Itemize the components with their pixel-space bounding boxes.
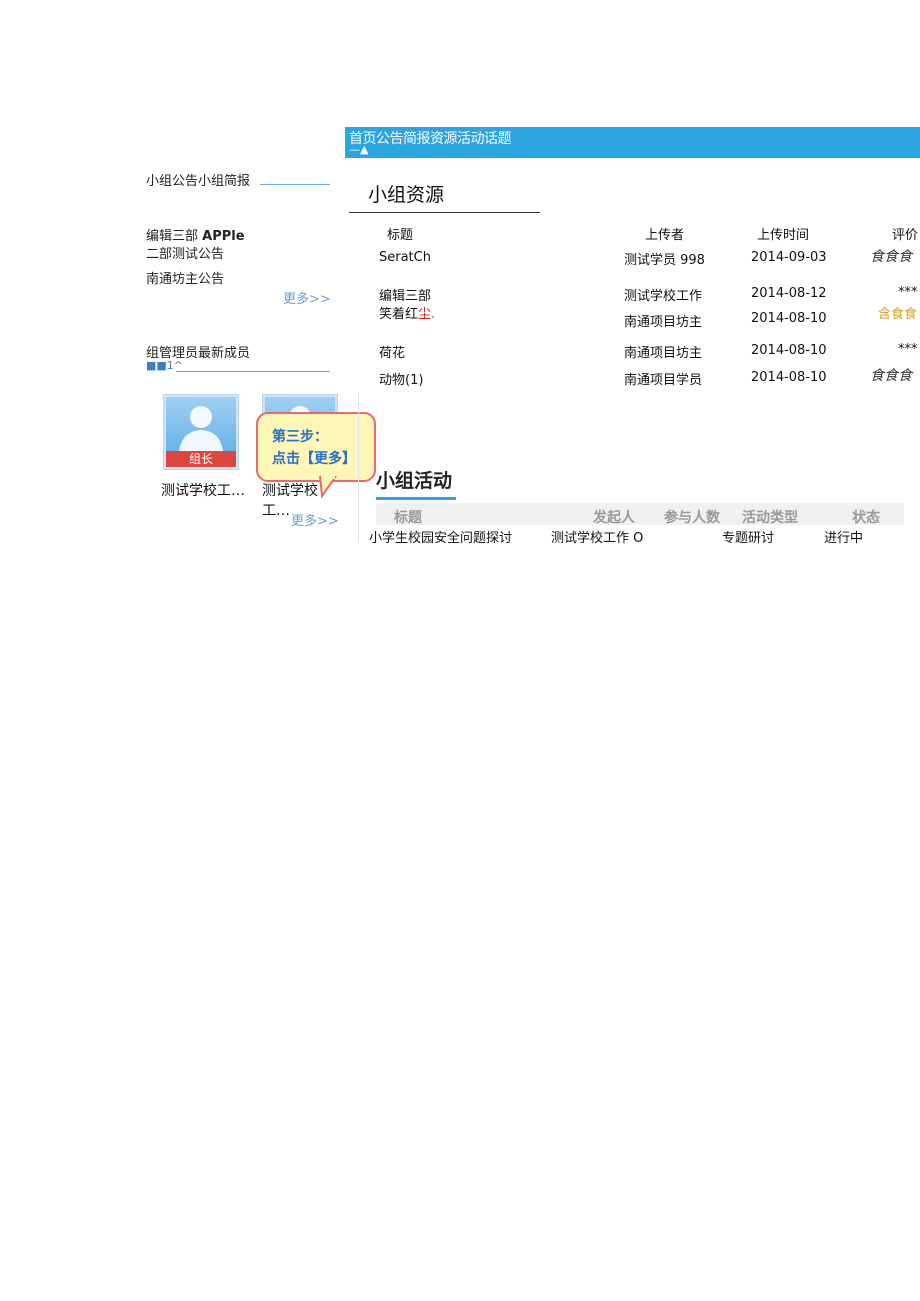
- resource-title-text: 笑着红: [379, 307, 419, 322]
- activity-status: 进行中: [824, 531, 864, 546]
- activities-header-count: 参与人数: [664, 510, 720, 526]
- activities-header-status: 状态: [852, 510, 880, 526]
- resources-header-uploader: 上传者: [645, 228, 685, 243]
- resource-time: 2014-08-12: [751, 286, 827, 301]
- resource-time: 2014-08-10: [751, 370, 827, 385]
- resource-title-link[interactable]: 编辑三部: [379, 285, 431, 304]
- callout-pointer-icon: [318, 476, 338, 498]
- resources-header-title: 标题: [387, 228, 414, 243]
- role-badge: 组长: [166, 451, 236, 467]
- notice-item[interactable]: 南通坊主公告: [146, 268, 224, 287]
- member-name[interactable]: 测试学校工…: [161, 480, 245, 500]
- resource-title-link[interactable]: 笑着红尘.: [379, 303, 435, 322]
- resource-rating: ***: [898, 285, 918, 300]
- resource-title-highlight: 尘.: [418, 307, 436, 322]
- activities-title: 小组活动: [376, 470, 453, 492]
- activities-header-initiator: 发起人: [593, 510, 635, 526]
- column-divider: [358, 392, 359, 542]
- nav-caret: —▲: [349, 143, 369, 156]
- activity-initiator: 测试学校工作 O: [551, 531, 644, 546]
- resource-title-link[interactable]: 动物(1): [379, 369, 423, 388]
- nav-item-topics[interactable]: 话题: [484, 131, 512, 147]
- callout-step: 第三步：: [272, 429, 328, 445]
- resource-uploader: 测试学校工作: [624, 289, 703, 304]
- notices-more-link[interactable]: 更多>>: [283, 288, 331, 307]
- nav-items: 首页公告简报资源活动话题: [349, 128, 512, 148]
- notice-item-text: 编辑三部: [146, 229, 199, 244]
- resources-header-rating: 评价: [892, 228, 919, 243]
- resources-title: 小组资源: [368, 184, 445, 206]
- activity-title-link[interactable]: 小学生校园安全问题探讨: [369, 527, 512, 546]
- resource-uploader: 南通项目学员: [624, 373, 703, 388]
- resource-rating: ***: [898, 342, 918, 357]
- notice-item[interactable]: 编辑三部 APPle: [146, 225, 245, 244]
- top-nav-bar: 首页公告简报资源活动话题 —▲: [345, 127, 920, 158]
- resource-time: 2014-08-10: [751, 343, 827, 358]
- user-avatar-icon: [179, 406, 223, 451]
- resource-title-link[interactable]: 荷花: [379, 342, 405, 361]
- resource-rating: 含食食: [878, 307, 918, 322]
- member-avatar-card[interactable]: 组长: [163, 394, 239, 470]
- members-tabs-underline: [176, 371, 330, 372]
- resource-rating: 食食食: [870, 249, 912, 265]
- nav-item-briefs[interactable]: 简报: [403, 131, 431, 147]
- activities-header-band: [376, 503, 904, 525]
- activities-header-type: 活动类型: [742, 510, 798, 526]
- activities-title-underline: [376, 497, 456, 500]
- callout-instruction: 点击【更多】: [272, 451, 356, 467]
- resource-time: 2014-08-10: [751, 311, 827, 326]
- members-more-link[interactable]: 更多>>: [291, 510, 339, 529]
- resources-header-time: 上传时间: [757, 228, 810, 243]
- resource-time: 2014-09-03: [751, 250, 827, 265]
- resource-uploader: 测试学员 998: [624, 253, 705, 268]
- nav-item-notices[interactable]: 公告: [376, 131, 404, 147]
- activities-header-title: 标题: [394, 510, 422, 526]
- notice-tabs[interactable]: 小组公告小组简报: [146, 170, 250, 189]
- resource-rating: 食食食: [870, 368, 912, 384]
- notice-tabs-underline: [260, 184, 330, 185]
- resource-uploader: 南通项目坊主: [624, 315, 703, 330]
- resources-title-rule: [349, 212, 540, 213]
- nav-item-resources[interactable]: 资源: [430, 131, 458, 147]
- notice-item-suffix: APPle: [202, 229, 245, 244]
- resource-title-link[interactable]: SeratCh: [379, 250, 431, 265]
- resource-uploader: 南通项目坊主: [624, 346, 703, 361]
- notice-item[interactable]: 二部测试公告: [146, 243, 224, 262]
- activity-type: 专题研讨: [722, 531, 775, 546]
- nav-item-activities[interactable]: 活动: [457, 131, 485, 147]
